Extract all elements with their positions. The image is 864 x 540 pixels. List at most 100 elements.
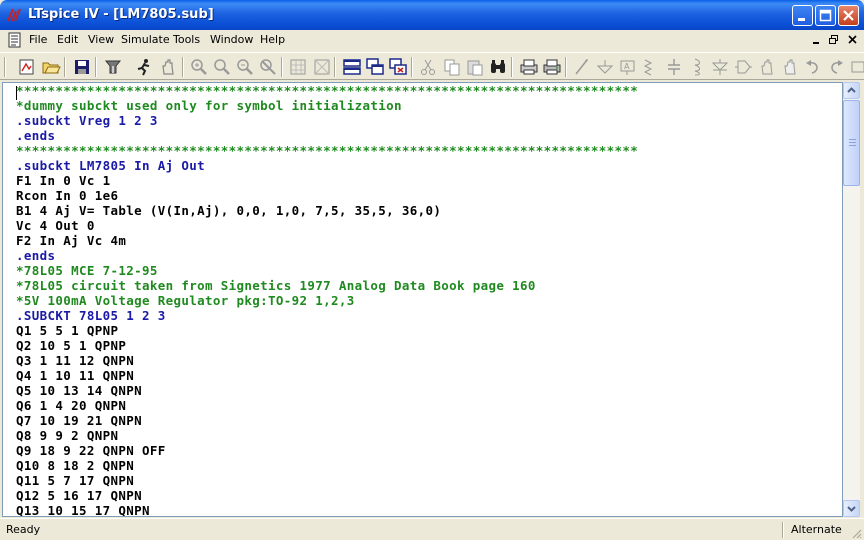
print-setup-icon[interactable] (519, 57, 539, 77)
toolbar-separator (565, 57, 567, 77)
menu-help[interactable]: Help (260, 33, 285, 46)
status-text: Ready (6, 523, 41, 536)
menu-file[interactable]: File (29, 33, 47, 46)
ground-icon[interactable] (595, 57, 615, 77)
resistor-icon[interactable] (641, 57, 661, 77)
code-line: Vc 4 Out 0 (16, 218, 95, 233)
code-line: Q13 10 15 17 QNPN (16, 503, 150, 517)
toolbar-separator (182, 57, 184, 77)
menu-tools[interactable]: Tools (173, 33, 200, 46)
autorange-icon[interactable] (288, 57, 308, 77)
code-line: Q5 10 13 14 QNPN (16, 383, 143, 398)
document-icon[interactable] (7, 32, 23, 48)
code-line: *5V 100mA Voltage Regulator pkg:TO-92 1,… (16, 293, 355, 308)
diode-icon[interactable] (710, 57, 730, 77)
inductor-icon[interactable] (687, 57, 707, 77)
rotate-icon[interactable] (848, 57, 864, 77)
status-mode: Alternate (791, 523, 842, 536)
copy-icon[interactable] (442, 57, 462, 77)
menu-bar: File Edit View Simulate Tools Window Hel… (0, 30, 864, 50)
undo-icon[interactable] (803, 57, 823, 77)
drag-icon[interactable] (780, 57, 800, 77)
svg-text:A: A (624, 62, 630, 71)
zoom-out-icon[interactable] (235, 57, 255, 77)
code-line: .SUBCKT 78L05 1 2 3 (16, 308, 166, 323)
scroll-up-button[interactable] (843, 82, 860, 99)
thumb-grip (849, 142, 856, 143)
menu-edit[interactable]: Edit (57, 33, 78, 46)
scroll-down-button[interactable] (843, 500, 860, 517)
component-icon[interactable] (733, 57, 753, 77)
toolbar-separator (411, 57, 413, 77)
menu-window[interactable]: Window (210, 33, 253, 46)
find-icon[interactable] (488, 57, 508, 77)
code-line: Q10 8 18 2 QNPN (16, 458, 135, 473)
close-all-icon[interactable] (388, 57, 408, 77)
maximize-button[interactable] (815, 5, 836, 26)
thumb-grip (849, 145, 856, 146)
ltspice-logo-icon (7, 8, 21, 22)
thumb-grip (849, 139, 856, 140)
zoom-fit-icon[interactable] (258, 57, 278, 77)
code-line: .ends (16, 128, 56, 143)
run-icon[interactable] (134, 57, 154, 77)
halt-icon[interactable] (158, 57, 178, 77)
maximize-icon (819, 9, 832, 22)
code-line: Q11 5 7 17 QNPN (16, 473, 135, 488)
menu-view[interactable]: View (88, 33, 114, 46)
code-line: F1 In 0 Vc 1 (16, 173, 111, 188)
save-icon[interactable] (72, 57, 92, 77)
mdi-restore-icon[interactable] (826, 33, 841, 47)
grid-icon[interactable] (312, 57, 332, 77)
code-line: *dummy subckt used only for symbol initi… (16, 98, 402, 113)
arrow-down-icon (847, 506, 856, 512)
code-line: ****************************************… (16, 83, 639, 98)
capacitor-icon[interactable] (664, 57, 684, 77)
code-line: *78L05 MCE 7-12-95 (16, 263, 158, 278)
code-line: Q4 1 10 11 QNPN (16, 368, 135, 383)
move-icon[interactable] (757, 57, 777, 77)
close-button[interactable] (838, 5, 859, 26)
code-line: Q2 10 5 1 QPNP (16, 338, 127, 353)
wire-icon[interactable] (572, 57, 592, 77)
mdi-close-icon[interactable] (845, 33, 860, 47)
tile-horizontal-icon[interactable] (342, 57, 362, 77)
code-line: Q6 1 4 20 QNPN (16, 398, 127, 413)
code-line: ****************************************… (16, 143, 639, 158)
mdi-minimize-icon[interactable] (809, 33, 824, 47)
toolbar: A (0, 52, 864, 80)
new-schematic-icon[interactable] (17, 57, 37, 77)
code-line: .subckt Vreg 1 2 3 (16, 113, 158, 128)
arrow-up-icon (847, 87, 856, 93)
cascade-icon[interactable] (365, 57, 385, 77)
toolbar-separator (281, 57, 283, 77)
vertical-scrollbar[interactable] (843, 82, 860, 517)
cut-icon[interactable] (418, 57, 438, 77)
code-line: Q1 5 5 1 QPNP (16, 323, 119, 338)
open-icon[interactable] (41, 57, 61, 77)
title-bar[interactable]: LTspice IV - [LM7805.sub] (0, 0, 864, 30)
code-line: *78L05 circuit taken from Signetics 1977… (16, 278, 536, 293)
zoom-in-icon[interactable] (189, 57, 209, 77)
netlist-editor[interactable]: ****************************************… (2, 82, 843, 517)
code-line: .ends (16, 248, 56, 263)
resize-grip-icon[interactable] (850, 527, 862, 539)
pan-icon[interactable] (212, 57, 232, 77)
close-icon (843, 10, 854, 21)
label-icon[interactable]: A (618, 57, 638, 77)
code-line: Rcon In 0 1e6 (16, 188, 119, 203)
menu-simulate[interactable]: Simulate (121, 33, 170, 46)
code-line: Q3 1 11 12 QNPN (16, 353, 135, 368)
print-icon[interactable] (542, 57, 562, 77)
control-panel-icon[interactable] (103, 57, 123, 77)
paste-icon[interactable] (465, 57, 485, 77)
code-line: .subckt LM7805 In Aj Out (16, 158, 206, 173)
status-bar: Ready Alternate (0, 518, 864, 540)
toolbar-grip (4, 57, 6, 77)
toolbar-separator (511, 57, 513, 77)
minimize-button[interactable] (792, 5, 813, 26)
toolbar-separator (334, 57, 336, 77)
scroll-thumb[interactable] (843, 100, 860, 186)
toolbar-separator (64, 57, 66, 77)
redo-icon[interactable] (826, 57, 846, 77)
